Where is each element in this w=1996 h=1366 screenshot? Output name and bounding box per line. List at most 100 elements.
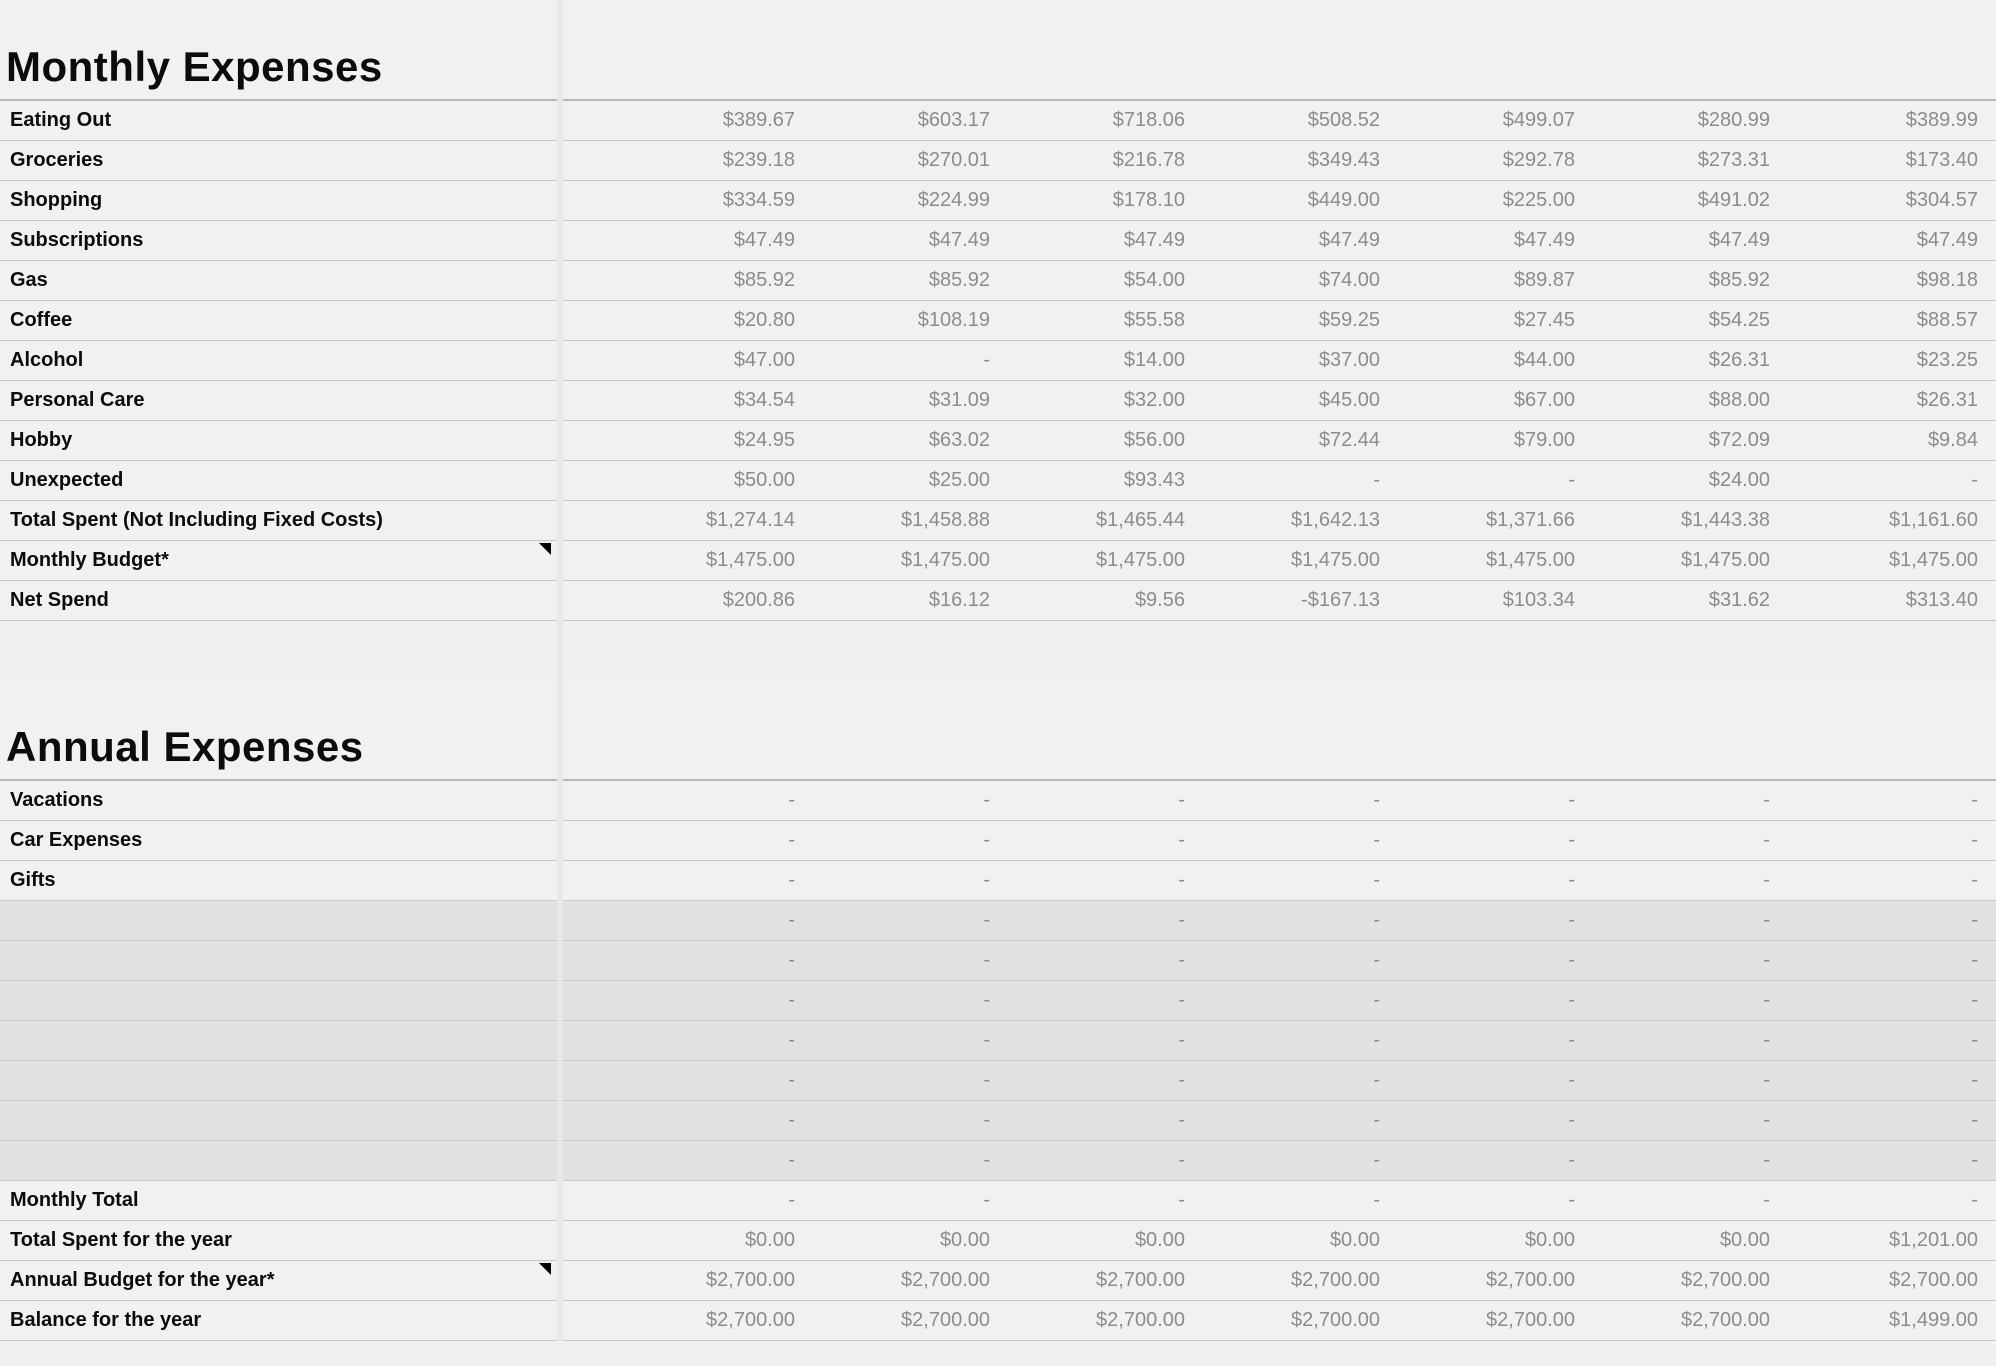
monthly-cell[interactable]: $85.92 — [805, 260, 1000, 300]
annual-cell[interactable]: - — [805, 820, 1000, 860]
monthly-cell[interactable]: $47.49 — [1000, 220, 1195, 260]
monthly-cell[interactable]: $34.54 — [560, 380, 805, 420]
annual-cell[interactable]: - — [560, 820, 805, 860]
annual-cell[interactable]: - — [1390, 900, 1585, 940]
annual-row-label[interactable]: Total Spent for the year — [0, 1220, 560, 1260]
header-empty-cell[interactable] — [560, 680, 805, 780]
annual-cell[interactable]: $2,700.00 — [1195, 1300, 1390, 1340]
annual-cell[interactable]: $2,700.00 — [1585, 1300, 1780, 1340]
annual-cell[interactable]: $2,700.00 — [805, 1300, 1000, 1340]
annual-cell[interactable]: - — [1780, 860, 1996, 900]
monthly-cell[interactable]: - — [1780, 460, 1996, 500]
monthly-cell[interactable]: $9.56 — [1000, 580, 1195, 620]
monthly-cell[interactable]: $74.00 — [1195, 260, 1390, 300]
annual-row-label[interactable]: Car Expenses — [0, 820, 560, 860]
annual-cell[interactable]: - — [1585, 820, 1780, 860]
annual-cell[interactable]: - — [1585, 1100, 1780, 1140]
annual-cell[interactable]: - — [1195, 980, 1390, 1020]
monthly-cell[interactable]: $200.86 — [560, 580, 805, 620]
annual-cell[interactable]: - — [1195, 860, 1390, 900]
annual-cell[interactable]: $0.00 — [560, 1220, 805, 1260]
monthly-cell[interactable]: $45.00 — [1195, 380, 1390, 420]
header-empty-cell[interactable] — [560, 0, 805, 100]
annual-cell[interactable]: - — [1585, 1140, 1780, 1180]
annual-cell[interactable]: - — [805, 980, 1000, 1020]
header-empty-cell[interactable] — [1585, 0, 1780, 100]
annual-cell[interactable]: $0.00 — [805, 1220, 1000, 1260]
monthly-cell[interactable]: $54.00 — [1000, 260, 1195, 300]
annual-cell[interactable]: - — [1585, 980, 1780, 1020]
monthly-cell[interactable]: $334.59 — [560, 180, 805, 220]
monthly-cell[interactable]: $313.40 — [1780, 580, 1996, 620]
annual-cell[interactable]: - — [1585, 1180, 1780, 1220]
monthly-cell[interactable]: $37.00 — [1195, 340, 1390, 380]
annual-cell[interactable]: - — [1780, 820, 1996, 860]
annual-cell[interactable]: - — [1390, 980, 1585, 1020]
annual-cell[interactable]: $2,700.00 — [1195, 1260, 1390, 1300]
annual-row-label[interactable] — [0, 1140, 560, 1180]
annual-cell[interactable]: $2,700.00 — [805, 1260, 1000, 1300]
monthly-cell[interactable]: $603.17 — [805, 100, 1000, 140]
monthly-cell[interactable]: $79.00 — [1390, 420, 1585, 460]
annual-row-label[interactable]: Annual Budget for the year* — [0, 1260, 560, 1300]
monthly-row-label[interactable]: Net Spend — [0, 580, 560, 620]
monthly-cell[interactable]: $224.99 — [805, 180, 1000, 220]
monthly-cell[interactable]: $1,475.00 — [1195, 540, 1390, 580]
monthly-row-label[interactable]: Unexpected — [0, 460, 560, 500]
annual-cell[interactable]: - — [1585, 1020, 1780, 1060]
monthly-cell[interactable]: $24.95 — [560, 420, 805, 460]
monthly-row-label[interactable]: Monthly Budget* — [0, 540, 560, 580]
monthly-cell[interactable]: $59.25 — [1195, 300, 1390, 340]
monthly-cell[interactable]: $292.78 — [1390, 140, 1585, 180]
monthly-cell[interactable]: $1,274.14 — [560, 500, 805, 540]
annual-cell[interactable]: - — [805, 860, 1000, 900]
annual-cell[interactable]: - — [1780, 1060, 1996, 1100]
monthly-cell[interactable]: $1,443.38 — [1585, 500, 1780, 540]
monthly-cell[interactable]: $44.00 — [1390, 340, 1585, 380]
monthly-cell[interactable]: $47.49 — [1780, 220, 1996, 260]
annual-cell[interactable]: - — [560, 780, 805, 820]
monthly-cell[interactable]: $216.78 — [1000, 140, 1195, 180]
monthly-cell[interactable]: $9.84 — [1780, 420, 1996, 460]
annual-cell[interactable]: - — [560, 1020, 805, 1060]
annual-cell[interactable]: - — [1585, 900, 1780, 940]
monthly-cell[interactable]: $239.18 — [560, 140, 805, 180]
annual-cell[interactable]: - — [1000, 980, 1195, 1020]
monthly-row-label[interactable]: Hobby — [0, 420, 560, 460]
monthly-cell[interactable]: $178.10 — [1000, 180, 1195, 220]
monthly-cell[interactable]: $47.49 — [560, 220, 805, 260]
header-empty-cell[interactable] — [1000, 0, 1195, 100]
monthly-cell[interactable]: $1,161.60 — [1780, 500, 1996, 540]
monthly-cell[interactable]: $93.43 — [1000, 460, 1195, 500]
annual-cell[interactable]: - — [805, 780, 1000, 820]
annual-cell[interactable]: - — [1000, 1180, 1195, 1220]
annual-cell[interactable]: - — [1780, 980, 1996, 1020]
header-empty-cell[interactable] — [1390, 0, 1585, 100]
monthly-cell[interactable]: $1,465.44 — [1000, 500, 1195, 540]
monthly-cell[interactable]: $20.80 — [560, 300, 805, 340]
annual-cell[interactable]: $2,700.00 — [1000, 1260, 1195, 1300]
annual-cell[interactable]: - — [1390, 940, 1585, 980]
annual-row-label[interactable] — [0, 1020, 560, 1060]
monthly-cell[interactable]: $72.09 — [1585, 420, 1780, 460]
annual-row-label[interactable] — [0, 1060, 560, 1100]
annual-cell[interactable]: - — [560, 860, 805, 900]
annual-cell[interactable]: - — [805, 1140, 1000, 1180]
monthly-cell[interactable]: - — [1195, 460, 1390, 500]
annual-cell[interactable]: - — [560, 1060, 805, 1100]
monthly-cell[interactable]: $1,475.00 — [560, 540, 805, 580]
monthly-cell[interactable]: $349.43 — [1195, 140, 1390, 180]
annual-cell[interactable]: $0.00 — [1390, 1220, 1585, 1260]
monthly-cell[interactable]: $103.34 — [1390, 580, 1585, 620]
annual-cell[interactable]: - — [1585, 780, 1780, 820]
annual-row-label[interactable]: Monthly Total — [0, 1180, 560, 1220]
monthly-cell[interactable]: $56.00 — [1000, 420, 1195, 460]
monthly-cell[interactable]: $14.00 — [1000, 340, 1195, 380]
monthly-cell[interactable]: $55.58 — [1000, 300, 1195, 340]
annual-cell[interactable]: - — [1195, 820, 1390, 860]
annual-cell[interactable]: - — [1000, 1020, 1195, 1060]
monthly-cell[interactable]: $1,475.00 — [1780, 540, 1996, 580]
monthly-cell[interactable]: - — [1390, 460, 1585, 500]
header-empty-cell[interactable] — [1000, 680, 1195, 780]
annual-cell[interactable]: $0.00 — [1000, 1220, 1195, 1260]
